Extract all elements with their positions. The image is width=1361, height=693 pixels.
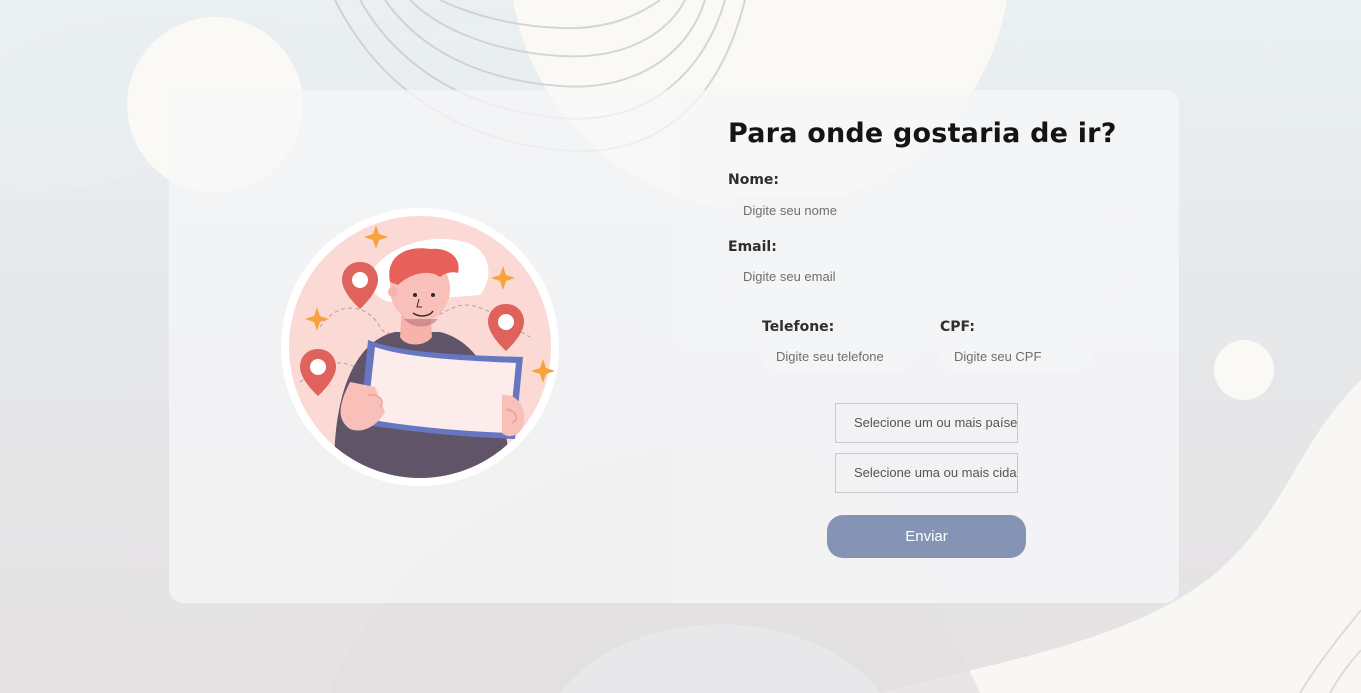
cidades-select[interactable]: Selecione uma ou mais cidades <box>835 453 1018 493</box>
email-label: Email: <box>728 239 777 255</box>
traveler-illustration <box>281 208 559 486</box>
submit-button[interactable]: Enviar <box>827 515 1026 558</box>
paises-select[interactable]: Selecione um ou mais países <box>835 403 1018 443</box>
cpf-input[interactable] <box>939 341 1092 371</box>
nome-label: Nome: <box>728 172 780 188</box>
email-input[interactable] <box>728 261 1125 291</box>
telefone-input[interactable] <box>761 341 913 371</box>
nome-input[interactable] <box>728 195 1125 225</box>
cpf-label: CPF: <box>940 319 975 335</box>
page-title: Para onde gostaria de ir? <box>728 118 1117 149</box>
telefone-label: Telefone: <box>762 319 835 335</box>
card-illustration-panel <box>169 90 674 603</box>
bg-circle-right <box>1214 340 1274 400</box>
